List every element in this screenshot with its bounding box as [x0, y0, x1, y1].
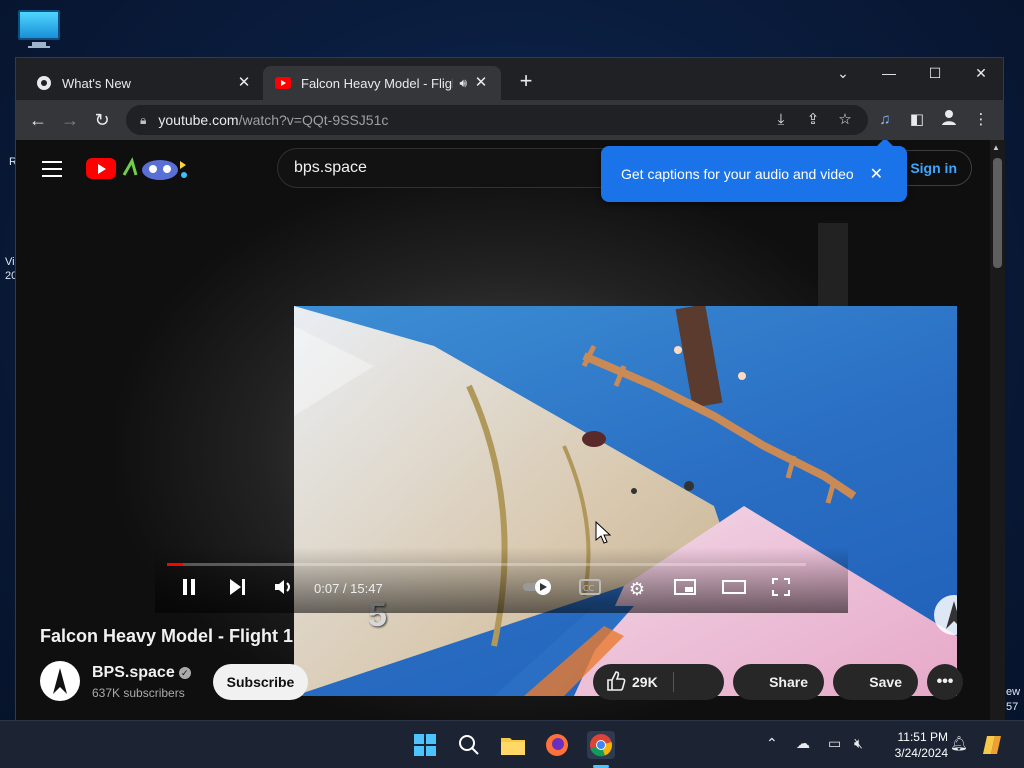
subscribe-button[interactable]: Subscribe	[213, 664, 308, 700]
pause-button[interactable]	[177, 577, 201, 601]
start-windows-icon[interactable]	[411, 731, 439, 759]
video-frame[interactable]: 5	[294, 306, 957, 696]
close-icon[interactable]: ✕	[870, 164, 883, 184]
fullscreen-icon[interactable]	[769, 577, 793, 601]
youtube-favicon-icon	[275, 75, 291, 91]
address-bar[interactable]: 🔒︎ youtube.com/watch?v=QQt-9SSJ51c	[126, 105, 868, 135]
volume-muted-icon[interactable]: 🔇︎	[854, 735, 863, 752]
like-dislike-group: 29K	[593, 664, 724, 700]
search-input[interactable]: bps.space	[277, 148, 617, 188]
next-button[interactable]	[225, 577, 249, 601]
browser-toolbar: ← → ↻ 🔒︎ youtube.com/watch?v=QQt-9SSJ51c…	[16, 100, 1003, 140]
youtube-logo[interactable]	[86, 158, 116, 179]
like-count: 29K	[632, 674, 658, 690]
subscriber-count: 637K subscribers	[92, 686, 185, 700]
file-explorer-icon[interactable]	[499, 731, 527, 759]
forward-arrow-icon[interactable]: →	[58, 108, 82, 132]
page-scrollbar[interactable]: ▲	[990, 140, 1005, 721]
channel-watermark[interactable]	[934, 595, 957, 635]
speaker-icon[interactable]: 🔊︎	[459, 76, 467, 91]
desktop-label-fragment: 57	[1006, 701, 1019, 713]
channel-name[interactable]: BPS.space ✓	[92, 664, 191, 682]
subscribe-label: Subscribe	[226, 674, 295, 690]
scrollbar-thumb[interactable]	[993, 158, 1002, 268]
channel-avatar[interactable]	[40, 661, 80, 701]
minimize-button[interactable]: —	[866, 58, 912, 88]
tab-search-icon[interactable]: ⌄	[820, 58, 866, 88]
caption-tip-text: Get captions for your audio and video	[621, 166, 854, 182]
media-controls-icon[interactable]: ♫	[873, 108, 897, 132]
back-arrow-icon[interactable]: ←	[26, 108, 50, 132]
install-app-icon[interactable]: ⤓	[769, 108, 793, 132]
video-scene	[294, 306, 957, 696]
network-icon[interactable]: ▭	[828, 735, 841, 752]
desktop-label-fragment: Vi	[5, 256, 15, 268]
scroll-up-icon[interactable]: ▲	[992, 143, 1000, 152]
hamburger-menu-icon[interactable]	[42, 161, 62, 177]
more-actions-icon[interactable]: •••	[927, 664, 963, 700]
like-separator	[673, 672, 674, 692]
profile-icon[interactable]	[937, 108, 961, 132]
url-path: /watch?v=QQt-9SSJ51c	[238, 112, 389, 128]
lock-icon[interactable]: 🔒︎	[140, 113, 146, 128]
taskbar: ⌃ ☁ ▭ 🔇︎ 11:51 PM 3/24/2024 🔔︎	[0, 720, 1024, 768]
close-tab-icon[interactable]: ✕	[236, 75, 252, 91]
clock-date: 3/24/2024	[894, 746, 948, 760]
channel-name-text: BPS.space	[92, 664, 175, 681]
dislike-button[interactable]	[681, 670, 717, 694]
chrome-icon	[36, 75, 52, 91]
miniplayer-icon[interactable]	[673, 577, 697, 601]
reload-icon[interactable]: ↻	[90, 108, 114, 132]
video-player[interactable]: 5 0:07 / 15:47 CC ⚙	[155, 223, 957, 696]
video-title: Falcon Heavy Model - Flight 1	[40, 626, 294, 646]
browser-window: What's New ✕ Falcon Heavy Model - Flight…	[15, 57, 1005, 721]
like-button[interactable]	[605, 670, 627, 695]
save-label: Save	[869, 674, 902, 690]
captions-icon[interactable]: CC	[578, 577, 602, 601]
svg-text:CC: CC	[583, 584, 595, 593]
verified-badge-icon: ✓	[178, 667, 191, 679]
notification-bell-icon[interactable]: 🔔︎	[950, 735, 968, 752]
settings-gear-icon[interactable]: ⚙	[625, 577, 649, 601]
maximize-button[interactable]: ☐	[912, 58, 958, 88]
url-host: youtube.com	[158, 112, 239, 128]
progress-bar[interactable]	[167, 563, 806, 566]
browser-menu-icon[interactable]: ⋮	[969, 108, 993, 132]
tab-strip: What's New ✕ Falcon Heavy Model - Flight…	[16, 58, 1003, 100]
side-panel-icon[interactable]: ◧	[905, 108, 929, 132]
bookmark-star-icon[interactable]: ☆	[833, 108, 857, 132]
taskbar-clock[interactable]: 11:51 PM 3/24/2024	[880, 729, 948, 761]
time-display: 0:07 / 15:47	[314, 581, 383, 596]
volume-icon[interactable]	[271, 577, 295, 601]
desktop-label-fragment: ew	[1006, 686, 1021, 698]
share-page-icon[interactable]: ⇪	[801, 108, 825, 132]
share-button[interactable]: Share	[733, 664, 824, 700]
save-button[interactable]: Save	[833, 664, 918, 700]
close-window-button[interactable]: ✕	[958, 58, 1004, 88]
tab-whats-new[interactable]: What's New ✕	[24, 66, 264, 100]
theater-mode-icon[interactable]	[721, 577, 747, 601]
this-pc-icon[interactable]	[18, 10, 60, 50]
copilot-preview-icon[interactable]	[979, 731, 1007, 759]
clock-time: 11:51 PM	[897, 730, 948, 744]
show-hidden-icons-chevron-icon[interactable]: ⌃	[766, 735, 778, 752]
youtube-page: bps.space Sign in Get captions for your …	[16, 140, 990, 721]
chrome-taskbar-icon[interactable]	[587, 731, 615, 759]
tab-youtube[interactable]: Falcon Heavy Model - Flight 🔊︎ ✕	[263, 66, 501, 100]
youtube-doodle-logo[interactable]	[122, 155, 190, 181]
onedrive-offline-icon[interactable]: ☁	[796, 735, 810, 752]
tab-title: What's New	[62, 75, 131, 91]
search-icon[interactable]	[455, 731, 483, 759]
firefox-icon[interactable]	[543, 731, 571, 759]
caption-tip-bubble: Get captions for your audio and video ✕	[601, 140, 907, 202]
share-label: Share	[769, 674, 808, 690]
tab-title: Falcon Heavy Model - Flight	[301, 75, 454, 91]
autoplay-toggle[interactable]	[521, 577, 555, 601]
close-tab-icon[interactable]: ✕	[473, 75, 489, 91]
new-tab-button[interactable]: +	[514, 70, 538, 94]
progress-fill	[167, 563, 183, 566]
sign-in-label: Sign in	[910, 160, 957, 176]
